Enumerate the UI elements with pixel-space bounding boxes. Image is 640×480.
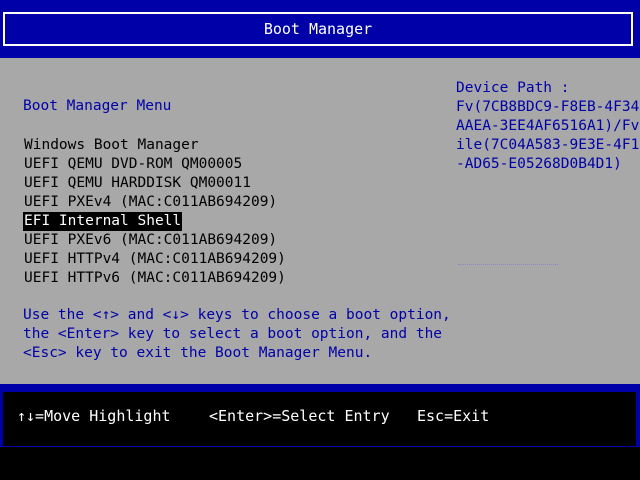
boot-option-httpv6[interactable]: UEFI HTTPv6 (MAC:C011AB694209) xyxy=(23,269,287,288)
key-help-box: ↑↓=Move Highlight <Enter>=Select Entry E… xyxy=(3,392,636,446)
help-line: <Esc> key to exit the Boot Manager Menu. xyxy=(23,345,373,361)
boot-option-qemu-harddisk[interactable]: UEFI QEMU HARDDISK QM00011 xyxy=(23,174,252,193)
device-path-value: Fv(7CB8BDC9-F8EB-4F34- AAEA-3EE4AF6516A1… xyxy=(456,98,640,174)
select-entry-hint: <Enter>=Select Entry xyxy=(209,407,390,425)
device-path-line: ile(7C04A583-9E3E-4F1C xyxy=(456,137,640,153)
divider xyxy=(458,264,558,265)
device-path-line: -AD65-E05268D0B4D1) xyxy=(456,156,622,172)
title-box: Boot Manager xyxy=(3,12,633,46)
boot-manager-panel: Boot Manager Menu Windows Boot Manager U… xyxy=(0,58,640,384)
bottom-margin xyxy=(0,447,640,480)
boot-option-httpv4[interactable]: UEFI HTTPv4 (MAC:C011AB694209) xyxy=(23,250,287,269)
boot-option-list: Windows Boot Manager UEFI QEMU DVD-ROM Q… xyxy=(23,136,287,288)
menu-title: Boot Manager Menu xyxy=(23,98,172,114)
move-highlight-hint: ↑↓=Move Highlight xyxy=(17,407,171,425)
page-title: Boot Manager xyxy=(263,20,373,38)
help-line: Use the <↑> and <↓> keys to choose a boo… xyxy=(23,307,451,323)
help-text: Use the <↑> and <↓> keys to choose a boo… xyxy=(23,306,451,363)
title-bar: Boot Manager xyxy=(0,0,640,58)
help-line: the <Enter> key to select a boot option,… xyxy=(23,326,443,342)
device-path-line: Fv(7CB8BDC9-F8EB-4F34- xyxy=(456,99,640,115)
boot-option-pxev4[interactable]: UEFI PXEv4 (MAC:C011AB694209) xyxy=(23,193,278,212)
boot-option-qemu-dvd-rom[interactable]: UEFI QEMU DVD-ROM QM00005 xyxy=(23,155,243,174)
boot-option-windows-boot-manager[interactable]: Windows Boot Manager xyxy=(23,136,200,155)
device-path-label: Device Path : xyxy=(456,80,570,96)
key-help-bar: ↑↓=Move Highlight <Enter>=Select Entry E… xyxy=(0,384,640,447)
device-path-line: AAEA-3EE4AF6516A1)/FvF xyxy=(456,118,640,134)
exit-hint: Esc=Exit xyxy=(417,407,490,425)
boot-option-pxev6[interactable]: UEFI PXEv6 (MAC:C011AB694209) xyxy=(23,231,278,250)
boot-option-efi-internal-shell[interactable]: EFI Internal Shell xyxy=(23,212,183,231)
